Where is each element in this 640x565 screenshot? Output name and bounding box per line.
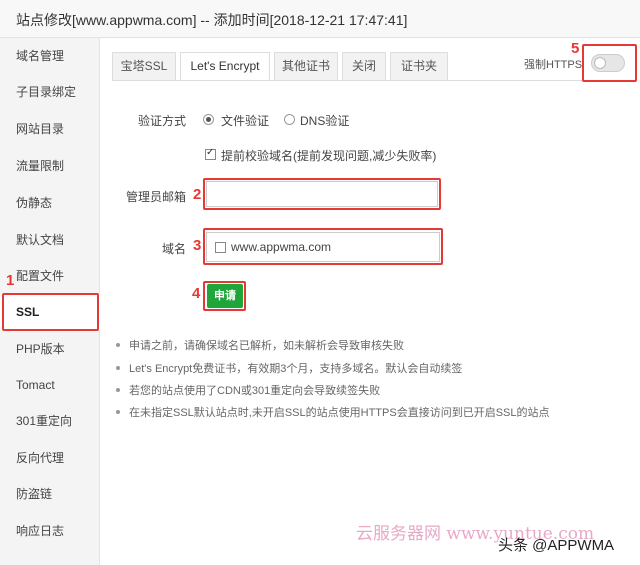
annotation-marker-5: 5 bbox=[571, 40, 580, 57]
tab-lets-encrypt[interactable]: Let's Encrypt bbox=[180, 52, 270, 81]
note-item: 若您的站点使用了CDN或301重定向会导致续签失败 bbox=[116, 382, 380, 398]
sidebar-item-301-redirect[interactable]: 301重定向 bbox=[0, 403, 100, 439]
domain-label: 域名 bbox=[161, 242, 186, 256]
note-text: 申请之前，请确保域名已解析，如未解析会导致审核失败 bbox=[129, 340, 404, 352]
annotation-marker-4: 4 bbox=[192, 285, 201, 302]
sidebar-item-config-file[interactable]: 配置文件 bbox=[0, 258, 100, 294]
note-text: Let's Encrypt免费证书，有效期3个月，支持多域名。默认会自动续签 bbox=[129, 363, 463, 375]
note-text: 若您的站点使用了CDN或301重定向会导致续签失败 bbox=[129, 385, 381, 397]
tab-close[interactable]: 关闭 bbox=[342, 52, 386, 81]
annotation-box-domain bbox=[203, 228, 443, 265]
precheck-checkbox[interactable] bbox=[205, 147, 216, 160]
annotation-marker-1: 1 bbox=[6, 272, 15, 289]
title-bar: 站点修改[www.appwma.com] -- 添加时间[2018-12-21 … bbox=[0, 0, 640, 38]
note-item: 在未指定SSL默认站点时,未开启SSL的站点使用HTTPS会直接访问到已开启SS… bbox=[116, 404, 550, 420]
bullet-icon bbox=[116, 343, 120, 348]
admin-email-label: 管理员邮箱 bbox=[125, 190, 186, 204]
radio-dns-verify[interactable] bbox=[284, 114, 295, 125]
sidebar-item-traffic-limit[interactable]: 流量限制 bbox=[0, 148, 100, 184]
author-credit: 头条 @APPWMA bbox=[498, 537, 615, 554]
window-title: 站点修改[www.appwma.com] -- 添加时间[2018-12-21 … bbox=[16, 12, 408, 28]
tab-certificate-folder[interactable]: 证书夹 bbox=[390, 52, 448, 81]
bullet-icon bbox=[116, 388, 120, 393]
verify-method-label: 验证方式 bbox=[137, 114, 186, 128]
sidebar-item-tomact[interactable]: Tomact bbox=[0, 367, 100, 403]
sidebar-item-php-version[interactable]: PHP版本 bbox=[0, 331, 100, 367]
annotation-box-ssl bbox=[2, 293, 99, 331]
annotation-box-apply bbox=[203, 281, 246, 311]
sidebar-item-response-log[interactable]: 响应日志 bbox=[0, 513, 100, 549]
radio-dns-verify-label: DNS验证 bbox=[300, 114, 350, 128]
radio-file-verify-label: 文件验证 bbox=[221, 114, 270, 128]
precheck-label: 提前校验域名(提前发现问题,减少失败率) bbox=[221, 149, 437, 163]
note-item: Let's Encrypt免费证书，有效期3个月，支持多域名。默认会自动续签 bbox=[116, 360, 462, 376]
sidebar-item-site-directory[interactable]: 网站目录 bbox=[0, 111, 100, 147]
tab-baota-ssl[interactable]: 宝塔SSL bbox=[112, 52, 176, 81]
sidebar-item-subdirectory-binding[interactable]: 子目录绑定 bbox=[0, 74, 100, 110]
tab-other-certificate[interactable]: 其他证书 bbox=[274, 52, 338, 81]
note-item: 申请之前，请确保域名已解析，如未解析会导致审核失败 bbox=[116, 337, 404, 353]
bullet-icon bbox=[116, 410, 120, 415]
sidebar-item-domain-management[interactable]: 域名管理 bbox=[0, 38, 100, 74]
note-text: 在未指定SSL默认站点时,未开启SSL的站点使用HTTPS会直接访问到已开启SS… bbox=[129, 407, 550, 419]
force-https-label: 强制HTTPS bbox=[524, 59, 583, 71]
sidebar-item-rewrite[interactable]: 伪静态 bbox=[0, 185, 100, 221]
annotation-box-force-https bbox=[582, 44, 637, 82]
bullet-icon bbox=[116, 366, 120, 371]
sidebar-item-reverse-proxy[interactable]: 反向代理 bbox=[0, 440, 100, 476]
radio-file-verify[interactable] bbox=[203, 114, 214, 125]
annotation-marker-2: 2 bbox=[193, 186, 202, 203]
tab-divider bbox=[112, 80, 627, 81]
annotation-box-admin-email bbox=[203, 178, 441, 210]
sidebar-item-default-document[interactable]: 默认文档 bbox=[0, 222, 100, 258]
annotation-marker-3: 3 bbox=[193, 237, 202, 254]
sidebar-item-hotlink-protection[interactable]: 防盗链 bbox=[0, 476, 100, 512]
